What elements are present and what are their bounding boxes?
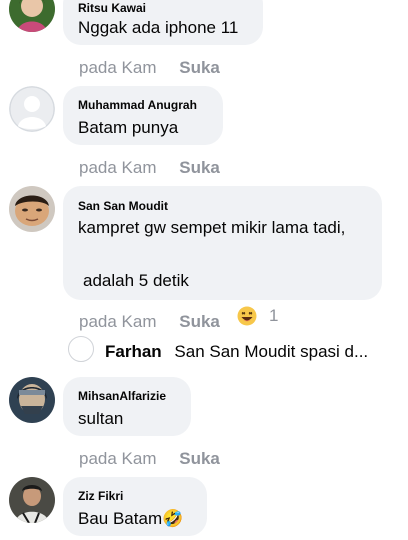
comment-author[interactable]: MihsanAlfarizie <box>78 389 166 403</box>
avatar[interactable] <box>9 477 55 523</box>
comment-bubble[interactable]: Muhammad Anugrah Batam punya <box>63 86 223 145</box>
reply-author[interactable]: Farhan <box>105 342 162 361</box>
comment-author[interactable]: Ziz Fikri <box>78 489 123 503</box>
comment-time[interactable]: pada Kam <box>79 58 157 77</box>
avatar <box>68 336 94 362</box>
comment-text: Bau Batam🤣 <box>78 509 183 529</box>
comment-author[interactable]: San San Moudit <box>78 199 168 213</box>
like-button[interactable]: Suka <box>179 449 220 468</box>
comment-text: Batam punya <box>78 118 179 137</box>
comment-time[interactable]: pada Kam <box>79 312 157 331</box>
comment-author[interactable]: Muhammad Anugrah <box>78 98 197 112</box>
comment-bubble[interactable]: Ziz Fikri Bau Batam🤣 <box>63 477 207 536</box>
comment-text-line: adalah 5 detik <box>83 271 189 290</box>
comment-time[interactable]: pada Kam <box>79 158 157 177</box>
comment-text: sultan <box>78 409 124 428</box>
rolling-laughing-emoji-icon: 🤣 <box>162 509 184 528</box>
like-button[interactable]: Suka <box>179 58 220 77</box>
comment-bubble[interactable]: San San Moudit kampret gw sempet mikir l… <box>63 186 382 300</box>
laughing-emoji-icon <box>237 306 257 326</box>
avatar[interactable] <box>9 86 55 132</box>
reaction-count: 1 <box>269 306 279 325</box>
comment-text-content: Bau Batam <box>78 509 163 528</box>
comment-actions: pada Kam Suka <box>79 58 220 78</box>
comment-bubble[interactable]: Ritsu Kawai Nggak ada iphone 11 <box>63 0 263 45</box>
comment-actions: pada Kam Suka <box>79 312 220 332</box>
comment-text-line: kampret gw sempet mikir lama tadi, <box>78 218 346 237</box>
comment-actions: pada Kam Suka <box>79 449 220 469</box>
comment-author[interactable]: Ritsu Kawai <box>78 1 146 15</box>
like-button[interactable]: Suka <box>179 158 220 177</box>
avatar[interactable] <box>9 377 55 423</box>
comment-time[interactable]: pada Kam <box>79 449 157 468</box>
avatar[interactable] <box>9 186 55 232</box>
comment-text: Nggak ada iphone 11 <box>78 18 239 37</box>
like-button[interactable]: Suka <box>179 312 220 331</box>
comment-actions: pada Kam Suka <box>79 158 220 178</box>
comment-bubble[interactable]: MihsanAlfarizie sultan <box>63 377 191 436</box>
reply-preview-text: San San Moudit spasi d... <box>174 342 369 361</box>
avatar[interactable] <box>9 0 55 32</box>
